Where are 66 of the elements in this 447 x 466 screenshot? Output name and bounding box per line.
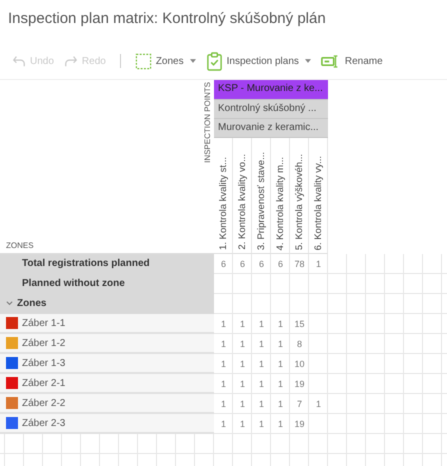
count-value: 1: [240, 419, 245, 429]
redo-icon: [64, 54, 78, 68]
count-value: 1: [278, 339, 283, 349]
toolbar-button[interactable]: Zones: [132, 52, 198, 70]
row-label: Planned without zone: [21, 278, 125, 289]
count-value: 1: [240, 319, 245, 329]
count-value: 8: [296, 339, 302, 349]
count-value: 1: [220, 339, 226, 349]
count-value: 1: [258, 419, 264, 429]
count-value: 1: [278, 419, 283, 429]
column-header: 4. Kontrola kvality m...: [274, 156, 286, 250]
toolbar-button[interactable]: Inspection plans: [204, 52, 313, 70]
count-value: 6: [220, 259, 226, 269]
count-value: 1: [278, 359, 283, 369]
column-header: 2. Kontrola kvality vo...: [236, 154, 248, 250]
row-label: Záber 1-1: [22, 318, 66, 328]
count-value: 1: [240, 359, 245, 369]
row-label: Záber 1-3: [22, 358, 66, 368]
count-value: 6: [258, 259, 264, 269]
row-label: Záber 2-2: [22, 398, 66, 408]
row-label: Total registrations planned: [21, 258, 150, 269]
count-value: 6: [240, 259, 245, 269]
count-value: 1: [220, 379, 226, 389]
count-value: 1: [278, 399, 283, 409]
count-value: 19: [294, 379, 304, 389]
row-label: Zones: [17, 298, 46, 309]
count-value: 1: [278, 319, 283, 329]
row-label: Záber 2-1: [22, 378, 66, 388]
count-value: 1: [316, 259, 321, 269]
column-header: 1. Kontrola kvality st...: [218, 157, 228, 250]
count-value: 19: [294, 419, 304, 429]
count-value: 1: [220, 399, 226, 409]
count-value: 1: [240, 399, 245, 409]
page-title: Inspection plan matrix: Kontrolný skúšobný plán: [7, 9, 327, 29]
row-label: Záber 1-2: [22, 338, 66, 348]
count-value: 1: [240, 379, 245, 389]
count-value: 1: [278, 379, 283, 389]
count-value: 1: [258, 339, 264, 349]
clipboard-check-icon: [206, 52, 223, 70]
plan-header[interactable]: Kontrolný skúšobný ...: [214, 100, 328, 119]
count-value: 1: [220, 359, 226, 369]
plan-header[interactable]: Murovanie z keramic...: [214, 119, 328, 138]
count-value: 7: [296, 399, 302, 409]
column-header: 3. Pripravenosť stave...: [256, 152, 266, 250]
count-value: 15: [294, 319, 304, 329]
count-value: 1: [258, 359, 264, 369]
count-value: 6: [278, 259, 283, 269]
count-value: 1: [240, 339, 245, 349]
count-value: 78: [294, 259, 304, 269]
plan-header[interactable]: KSP - Murovanie z ke...: [214, 80, 328, 100]
count-value: 1: [220, 419, 226, 429]
count-value: 10: [294, 359, 304, 369]
dashed-square-icon: [134, 52, 152, 70]
chevron-icon[interactable]: [6, 300, 13, 307]
inspection-points-heading: INSPECTION POINTS: [203, 82, 212, 163]
row-label: Záber 2-3: [22, 418, 66, 428]
toolbar-button[interactable]: Rename: [318, 54, 385, 68]
count-value: 1: [258, 319, 264, 329]
undo-icon: [12, 54, 26, 68]
count-value: 1: [220, 319, 226, 329]
zones-heading: ZONES: [6, 241, 34, 250]
count-value: 1: [316, 399, 321, 409]
count-value: 1: [258, 379, 264, 389]
column-header: 6. Kontrola kvality vy...: [312, 156, 324, 250]
column-header: 5. Kontrola výškovéh...: [294, 154, 304, 250]
count-value: 1: [258, 399, 264, 409]
